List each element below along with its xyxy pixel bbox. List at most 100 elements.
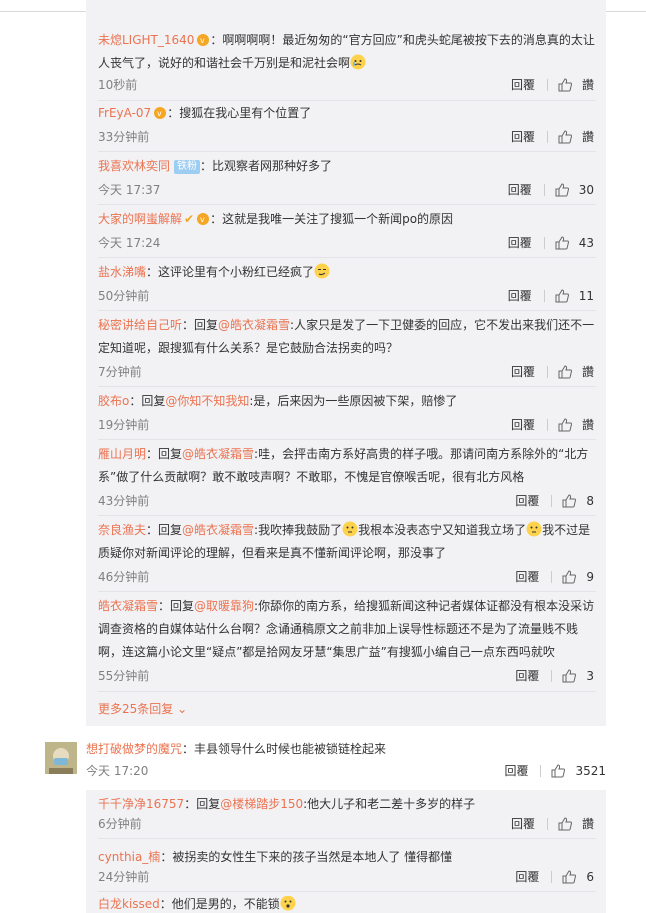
comment-actions: 回覆 30 (508, 182, 594, 198)
reply-button[interactable]: 回覆 (508, 288, 532, 304)
list-item: 千千净净16757：回复@楼梯踏步150:他大儿子和老二差十多岁的样子 6分钟前… (98, 793, 596, 839)
comment-actions: 回覆 讚 (511, 417, 594, 433)
timestamp: 今天 17:24 (98, 236, 161, 250)
reply-button[interactable]: 回覆 (515, 493, 539, 509)
username[interactable]: 未熄LIGHT_1640 (98, 33, 194, 47)
like-count: 11 (578, 289, 594, 303)
username[interactable]: 雁山月明 (98, 447, 146, 461)
thumbs-up-icon[interactable] (562, 669, 577, 683)
like-count: 讚 (581, 418, 594, 432)
thumbs-up-icon[interactable] (558, 365, 572, 379)
reply-button[interactable]: 回覆 (515, 569, 539, 585)
crying-emoji-icon (350, 54, 366, 70)
comment-text: ：这就是我唯一关注了搜狐一个新闻po的原因 (210, 212, 454, 226)
username[interactable]: 千千净净16757 (98, 797, 184, 811)
timestamp: 46分钟前 (98, 570, 150, 584)
thumbs-up-icon[interactable] (558, 418, 572, 432)
like-count: 讚 (581, 365, 594, 379)
comment-text: :是，后来因为一些原因被下架，赔惨了 (249, 394, 458, 408)
username[interactable]: 皓衣凝霜雪 (98, 599, 158, 613)
username[interactable]: 盐水涕嘴 (98, 265, 146, 279)
timestamp: 今天 17:20 (86, 764, 149, 778)
like-count: 30 (578, 183, 594, 197)
svg-text:v: v (200, 36, 205, 45)
comment-text: :他大儿子和老二差十多岁的样子 (303, 797, 476, 811)
fan-badge: 铁粉 (174, 160, 201, 174)
mention-link[interactable]: @你知不知我知 (165, 394, 249, 408)
vip-badge-icon: v (197, 213, 210, 225)
thumbs-up-icon[interactable] (555, 236, 569, 250)
reply-button[interactable]: 回覆 (511, 77, 535, 93)
username[interactable]: 秘密讲给自己听 (98, 318, 182, 332)
like-count: 讚 (581, 130, 594, 144)
reply-button[interactable]: 回覆 (511, 816, 535, 832)
top-comment: 想打破做梦的魔咒：丰县领导什么时候也能被锁链栓起来 今天 17:20 回覆 352… (86, 738, 606, 788)
list-item: 大家的啊蚩解解 ✔ v ：这就是我唯一关注了搜狐一个新闻po的原因 今天 17:24 … (98, 208, 596, 258)
thumbs-up-icon[interactable] (558, 817, 572, 831)
reply-button[interactable]: 回覆 (515, 869, 539, 885)
mention-link[interactable]: @楼梯踏步150 (220, 797, 303, 811)
timestamp: 50分钟前 (98, 289, 150, 303)
more-replies-link[interactable]: 更多25条回复 ⌄ (98, 701, 187, 717)
thumbs-up-icon[interactable] (555, 289, 569, 303)
list-item: 我喜欢林奕同 铁粉 ：比观察者网那种好多了 今天 17:37 回覆 30 (98, 155, 596, 205)
like-count: 3 (586, 669, 594, 683)
list-item: 胶布o：回复@你知不知我知:是，后来因为一些原因被下架，赔惨了 19分钟前 回覆… (98, 390, 596, 440)
username[interactable]: cynthia_楠 (98, 850, 160, 864)
avatar[interactable] (45, 742, 77, 774)
like-count: 8 (586, 494, 594, 508)
mention-link[interactable]: @取暖靠狗 (194, 599, 254, 613)
timestamp: 43分钟前 (98, 494, 150, 508)
mention-link[interactable]: @皓衣凝霜雪 (218, 318, 290, 332)
comment-text: ：被拐卖的女性生下来的孩子当然是本地人了 懂得都懂 (160, 850, 453, 864)
username[interactable]: 胶布o (98, 394, 129, 408)
thumbs-up-icon[interactable] (558, 130, 572, 144)
timestamp: 10秒前 (98, 78, 138, 92)
mention-link[interactable]: @皓衣凝霜雪 (182, 447, 254, 461)
reply-button[interactable]: 回覆 (504, 763, 528, 779)
reply-button[interactable]: 回覆 (515, 668, 539, 684)
list-item: 皓衣凝霜雪：回复@取暖靠狗:你舔你的南方系，给搜狐新闻这种记者媒体证都没有根本没… (98, 595, 596, 692)
username[interactable]: 大家的啊蚩解解 (98, 212, 182, 226)
like-count: 3521 (575, 764, 606, 778)
comment-text: ：搜狐在我心里有个位置了 (167, 106, 312, 120)
like-count: 6 (586, 870, 594, 884)
reply-button[interactable]: 回覆 (508, 182, 532, 198)
username[interactable]: 想打破做梦的魔咒 (86, 742, 182, 756)
list-item: 雁山月明：回复@皓衣凝霜雪:哇，会抨击南方系好高贵的样子哦。那请问南方系除外的“… (98, 443, 596, 516)
timestamp: 6分钟前 (98, 817, 142, 831)
timestamp: 7分钟前 (98, 365, 142, 379)
like-count: 43 (578, 236, 594, 250)
list-item: 秘密讲给自己听：回复@皓衣凝霜雪:人家只是发了一下卫健委的回应，它不发出来我们还… (98, 314, 596, 387)
thumbs-up-icon[interactable] (558, 78, 572, 92)
like-count: 讚 (581, 78, 594, 92)
like-count: 讚 (581, 817, 594, 831)
smirk-emoji-icon (314, 263, 330, 279)
list-item: 盐水涕嘴：这评论里有个小粉红已经疯了 50分钟前 回覆 11 (98, 261, 596, 311)
vip-badge-icon: v (154, 107, 167, 119)
mention-link[interactable]: @皓衣凝霜雪 (182, 523, 254, 537)
reply-button[interactable]: 回覆 (511, 364, 535, 380)
like-count: 9 (586, 570, 594, 584)
comment-actions: 回覆 讚 (511, 129, 594, 145)
thumbs-up-icon[interactable] (562, 494, 577, 508)
comment-text: ：这评论里有个小粉红已经疯了 (146, 265, 315, 279)
vip-badge-icon: v (197, 34, 210, 46)
thumbs-up-icon[interactable] (555, 183, 569, 197)
reply-button[interactable]: 回覆 (511, 129, 535, 145)
thumbs-up-icon[interactable] (562, 570, 577, 584)
thumbs-up-icon[interactable] (562, 870, 577, 884)
reply-button[interactable]: 回覆 (508, 235, 532, 251)
comment-text: ：丰县领导什么时候也能被锁链栓起来 (182, 742, 387, 756)
username[interactable]: 白龙kissed (98, 897, 160, 911)
username[interactable]: 奈良渔夫 (98, 523, 146, 537)
thumbs-up-icon[interactable] (551, 764, 566, 778)
reply-button[interactable]: 回覆 (511, 417, 535, 433)
username[interactable]: 我喜欢林奕同 (98, 159, 170, 173)
thinking-emoji-icon (342, 521, 358, 537)
list-item: FrEyA-07 v ：搜狐在我心里有个位置了 33分钟前 回覆 讚 (98, 102, 596, 152)
svg-text:v: v (200, 215, 205, 224)
comment-actions: 回覆 8 (515, 493, 594, 509)
thinking-emoji-icon (526, 521, 542, 537)
username[interactable]: FrEyA-07 (98, 106, 151, 120)
